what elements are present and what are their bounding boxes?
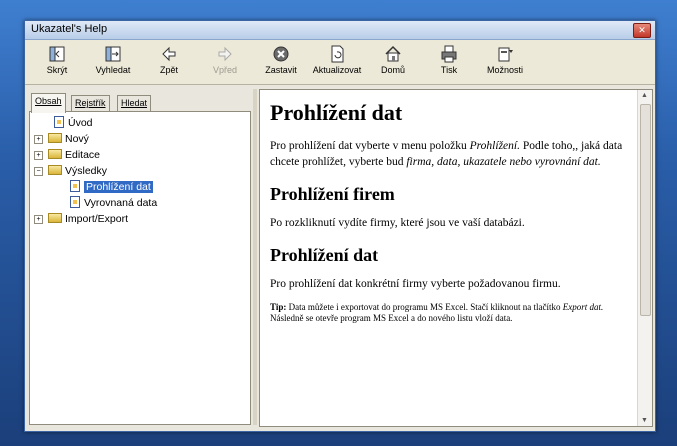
contents-tree: Úvod + Nový + Editace − Výsledky Prohlíž… — [29, 111, 251, 425]
refresh-button[interactable]: Aktualizovat — [309, 42, 365, 82]
data-paragraph: Pro prohlížení dat konkrétní firmy vyber… — [270, 278, 561, 290]
section-heading-firms: Prohlížení firem — [270, 184, 395, 204]
close-button[interactable]: ✕ — [633, 23, 651, 38]
tree-item-data-viewing[interactable]: Prohlížení dat — [70, 180, 153, 194]
back-button[interactable]: Zpět — [141, 42, 197, 82]
expand-icon[interactable]: + — [34, 151, 43, 160]
nav-tabs: Obsah Rejstřík Hledat — [29, 93, 251, 113]
topic-content: Prohlížení dat Pro prohlížení dat vybert… — [259, 89, 653, 427]
folder-icon — [48, 213, 62, 223]
print-icon — [441, 45, 457, 63]
tree-item-import-export[interactable]: + Import/Export — [34, 212, 128, 226]
intro-paragraph: Pro prohlížení dat vyberte v menu položk… — [270, 140, 623, 168]
close-icon: ✕ — [638, 25, 646, 35]
print-button[interactable]: Tisk — [421, 42, 477, 82]
topic-document: Prohlížení dat Pro prohlížení dat vybert… — [270, 100, 630, 330]
tree-item-results[interactable]: − Výsledky — [34, 164, 107, 178]
options-button[interactable]: Možnosti — [477, 42, 533, 82]
page-icon — [70, 196, 80, 208]
locate-icon — [105, 46, 121, 62]
home-icon — [385, 45, 401, 62]
scrollbar-thumb[interactable] — [640, 104, 651, 316]
topic-title: Prohlížení dat — [270, 100, 403, 125]
expand-icon[interactable]: + — [34, 135, 43, 144]
page-icon — [54, 116, 64, 128]
tip-paragraph: Tip: Data můžete i exportovat do program… — [270, 302, 604, 323]
tree-item-new[interactable]: + Nový — [34, 132, 89, 146]
refresh-icon — [331, 45, 344, 63]
tab-index[interactable]: Rejstřík — [71, 95, 110, 112]
tab-contents[interactable]: Obsah — [31, 93, 66, 113]
scroll-down-icon[interactable]: ▼ — [641, 417, 648, 424]
hide-icon — [49, 46, 65, 62]
folder-icon — [48, 133, 62, 143]
forward-button[interactable]: Vpřed — [197, 42, 253, 82]
pane-splitter[interactable] — [253, 89, 257, 425]
help-window: Ukazatel's Help ✕ Skrýt Vyhledat Zpět Vp… — [24, 20, 656, 432]
vertical-scrollbar[interactable]: ▲ ▼ — [637, 90, 652, 426]
back-arrow-icon — [162, 46, 176, 62]
scroll-up-icon[interactable]: ▲ — [641, 92, 648, 99]
navigation-pane: Obsah Rejstřík Hledat Úvod + Nový + Edit… — [29, 89, 251, 425]
folder-icon — [48, 149, 62, 159]
window-title: Ukazatel's Help — [31, 23, 108, 35]
tree-item-editing[interactable]: + Editace — [34, 148, 100, 162]
home-button[interactable]: Domů — [365, 42, 421, 82]
tree-item-balanced-data[interactable]: Vyrovnaná data — [70, 196, 157, 210]
tab-search[interactable]: Hledat — [117, 95, 152, 112]
firms-paragraph: Po rozkliknutí vydíte firmy, které jsou … — [270, 217, 525, 229]
forward-arrow-icon — [218, 46, 232, 62]
locate-button[interactable]: Vyhledat — [85, 42, 141, 82]
title-bar[interactable]: Ukazatel's Help ✕ — [25, 21, 655, 40]
section-heading-data: Prohlížení dat — [270, 245, 379, 265]
stop-button[interactable]: Zastavit — [253, 42, 309, 82]
collapse-icon[interactable]: − — [34, 167, 43, 176]
page-icon — [70, 180, 80, 192]
tree-item-intro[interactable]: Úvod — [54, 116, 93, 130]
toolbar: Skrýt Vyhledat Zpět Vpřed Zastavit Aktua… — [25, 40, 655, 85]
expand-icon[interactable]: + — [34, 215, 43, 224]
stop-icon — [273, 46, 289, 62]
open-folder-icon — [48, 165, 62, 175]
options-icon — [498, 47, 513, 62]
hide-button[interactable]: Skrýt — [29, 42, 85, 82]
